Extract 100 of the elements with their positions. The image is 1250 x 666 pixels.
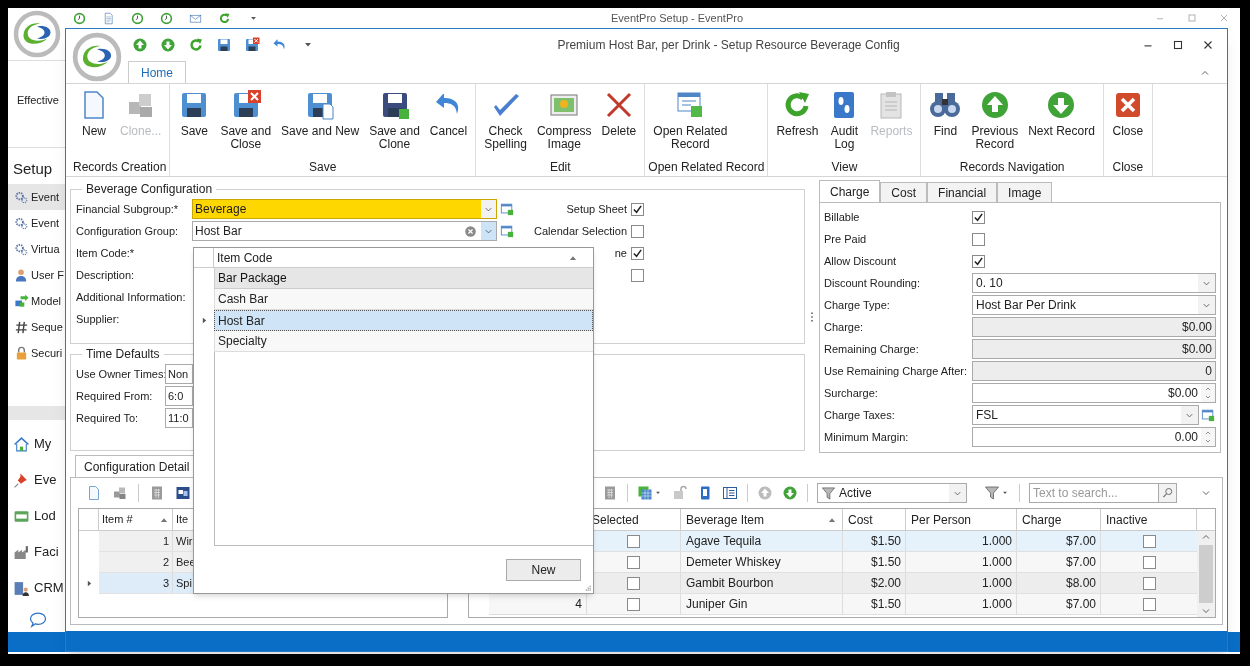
- column-header[interactable]: Cost: [843, 509, 906, 530]
- logo-icon[interactable]: [72, 32, 122, 82]
- ribbon-tab[interactable]: Home: [128, 61, 186, 83]
- scrollbar[interactable]: [1197, 531, 1215, 617]
- ribbon-button[interactable]: Save and Clone: [364, 89, 425, 158]
- column-header[interactable]: Item Code: [214, 248, 593, 267]
- new-button[interactable]: New: [506, 558, 581, 581]
- lookup-button[interactable]: [1200, 408, 1216, 422]
- document-icon[interactable]: [102, 11, 115, 25]
- ribbon-button[interactable]: Cancel: [424, 89, 473, 158]
- table-icon[interactable]: [602, 485, 618, 501]
- combo-field[interactable]: 0. 10: [972, 273, 1216, 293]
- ribbon-button[interactable]: Audit Log: [823, 89, 866, 158]
- combo-field[interactable]: FSL: [972, 405, 1199, 425]
- module-item[interactable]: My: [8, 426, 65, 462]
- checkbox[interactable]: [972, 232, 985, 246]
- field-label: Item Code:*: [76, 245, 136, 261]
- nav-item[interactable]: Event: [8, 184, 65, 210]
- checkbox[interactable]: [627, 576, 640, 590]
- page-icon[interactable]: [86, 485, 102, 501]
- spin-field[interactable]: 0.00: [972, 427, 1216, 447]
- checkbox[interactable]: [627, 534, 640, 548]
- nav-item[interactable]: Event: [8, 210, 65, 236]
- nav-item[interactable]: Virtua: [8, 236, 65, 262]
- combo-field[interactable]: Beverage: [192, 199, 497, 219]
- module-item[interactable]: CRM: [8, 570, 65, 606]
- clock-icon[interactable]: [160, 11, 173, 25]
- ribbon-button[interactable]: Compress Image: [531, 89, 597, 158]
- module-item[interactable]: Eve: [8, 462, 65, 498]
- cubes-icon[interactable]: [112, 485, 128, 501]
- checkbox[interactable]: [627, 597, 640, 611]
- ribbon-button[interactable]: Open Related Record: [648, 89, 733, 158]
- checkbox[interactable]: [631, 268, 644, 282]
- clear-icon[interactable]: [464, 224, 477, 238]
- tab[interactable]: Cost: [880, 182, 928, 202]
- maximize-icon[interactable]: [1171, 38, 1185, 52]
- checkbox[interactable]: [631, 246, 644, 260]
- ribbon-button[interactable]: Check Spelling: [479, 89, 532, 158]
- filter-combo[interactable]: Active: [817, 483, 967, 503]
- open-lock-icon[interactable]: [672, 485, 688, 501]
- list-icon[interactable]: [722, 485, 738, 501]
- table-cell-text: Agave Tequila: [686, 533, 762, 550]
- checkbox[interactable]: [1142, 534, 1156, 548]
- column-header[interactable]: Beverage Item: [681, 509, 843, 530]
- column-header[interactable]: Per Person: [906, 509, 1017, 530]
- clock-icon[interactable]: [131, 11, 144, 25]
- dropdown-option[interactable]: Host Bar: [214, 310, 593, 331]
- search-field[interactable]: Text to search...: [1029, 483, 1159, 503]
- module-item[interactable]: Lod: [8, 498, 65, 534]
- search-button[interactable]: [1159, 483, 1177, 503]
- column-header[interactable]: Item #: [99, 509, 173, 530]
- clock-icon[interactable]: [73, 11, 86, 25]
- input-field[interactable]: 11:0: [165, 408, 193, 428]
- tab[interactable]: Financial: [927, 182, 998, 202]
- nav-item[interactable]: Model: [8, 288, 65, 314]
- dropdown-option[interactable]: Specialty: [214, 331, 593, 352]
- speech-bubble-icon[interactable]: [28, 610, 48, 630]
- module-item[interactable]: Faci: [8, 534, 65, 570]
- column-header[interactable]: Charge: [1017, 509, 1101, 530]
- ribbon-button[interactable]: New: [73, 89, 115, 158]
- nav-item[interactable]: User F: [8, 262, 65, 288]
- input-field[interactable]: Non: [165, 364, 193, 384]
- tab[interactable]: Image: [997, 182, 1053, 202]
- combo-field[interactable]: Host Bar Per Drink: [972, 295, 1216, 315]
- checkbox[interactable]: [631, 202, 644, 216]
- checkbox[interactable]: [631, 224, 644, 238]
- dropdown-option[interactable]: Bar Package: [214, 268, 593, 289]
- input-field[interactable]: 6:0: [165, 386, 193, 406]
- window-icon[interactable]: [175, 485, 191, 501]
- dropdown-option[interactable]: Cash Bar: [214, 289, 593, 310]
- nav-item[interactable]: Securi: [8, 340, 65, 366]
- refresh-icon[interactable]: [188, 37, 204, 53]
- checkbox[interactable]: [1142, 555, 1156, 569]
- tab[interactable]: Charge: [819, 180, 881, 202]
- grid-icon[interactable]: [637, 485, 653, 501]
- column-header[interactable]: Inactive: [1101, 509, 1197, 530]
- spin-field[interactable]: $0.00: [972, 383, 1216, 403]
- grid-row[interactable]: Juniper Gin $1.50 1.000 $7.00: [587, 594, 1197, 615]
- ribbon-button[interactable]: Previous Record: [966, 89, 1024, 158]
- ribbon-button[interactable]: Delete: [596, 89, 642, 158]
- checkbox[interactable]: [627, 555, 640, 569]
- table-icon[interactable]: [149, 485, 165, 501]
- ribbon-button[interactable]: Next Record: [1023, 89, 1100, 158]
- ribbon-button[interactable]: Close: [1106, 89, 1149, 158]
- checkbox[interactable]: [972, 210, 985, 224]
- floppy-disk-close-icon[interactable]: [244, 37, 260, 53]
- ribbon-button[interactable]: Find: [924, 89, 967, 158]
- nav-item[interactable]: Seque: [8, 314, 65, 340]
- logo-icon[interactable]: [12, 10, 61, 58]
- refresh-icon[interactable]: [218, 11, 231, 25]
- group-label: Edit: [549, 159, 571, 176]
- ribbon-button[interactable]: Save and Close: [215, 89, 277, 158]
- checkbox[interactable]: [1142, 597, 1156, 611]
- filter-icon[interactable]: [984, 485, 1000, 501]
- combo-field[interactable]: Host Bar: [192, 221, 497, 241]
- checkbox[interactable]: [972, 254, 985, 268]
- checkbox[interactable]: [1142, 576, 1156, 590]
- ribbon-button[interactable]: Refresh: [771, 89, 824, 158]
- ribbon-button[interactable]: Save: [173, 89, 216, 158]
- ribbon-button[interactable]: Save and New: [276, 89, 365, 158]
